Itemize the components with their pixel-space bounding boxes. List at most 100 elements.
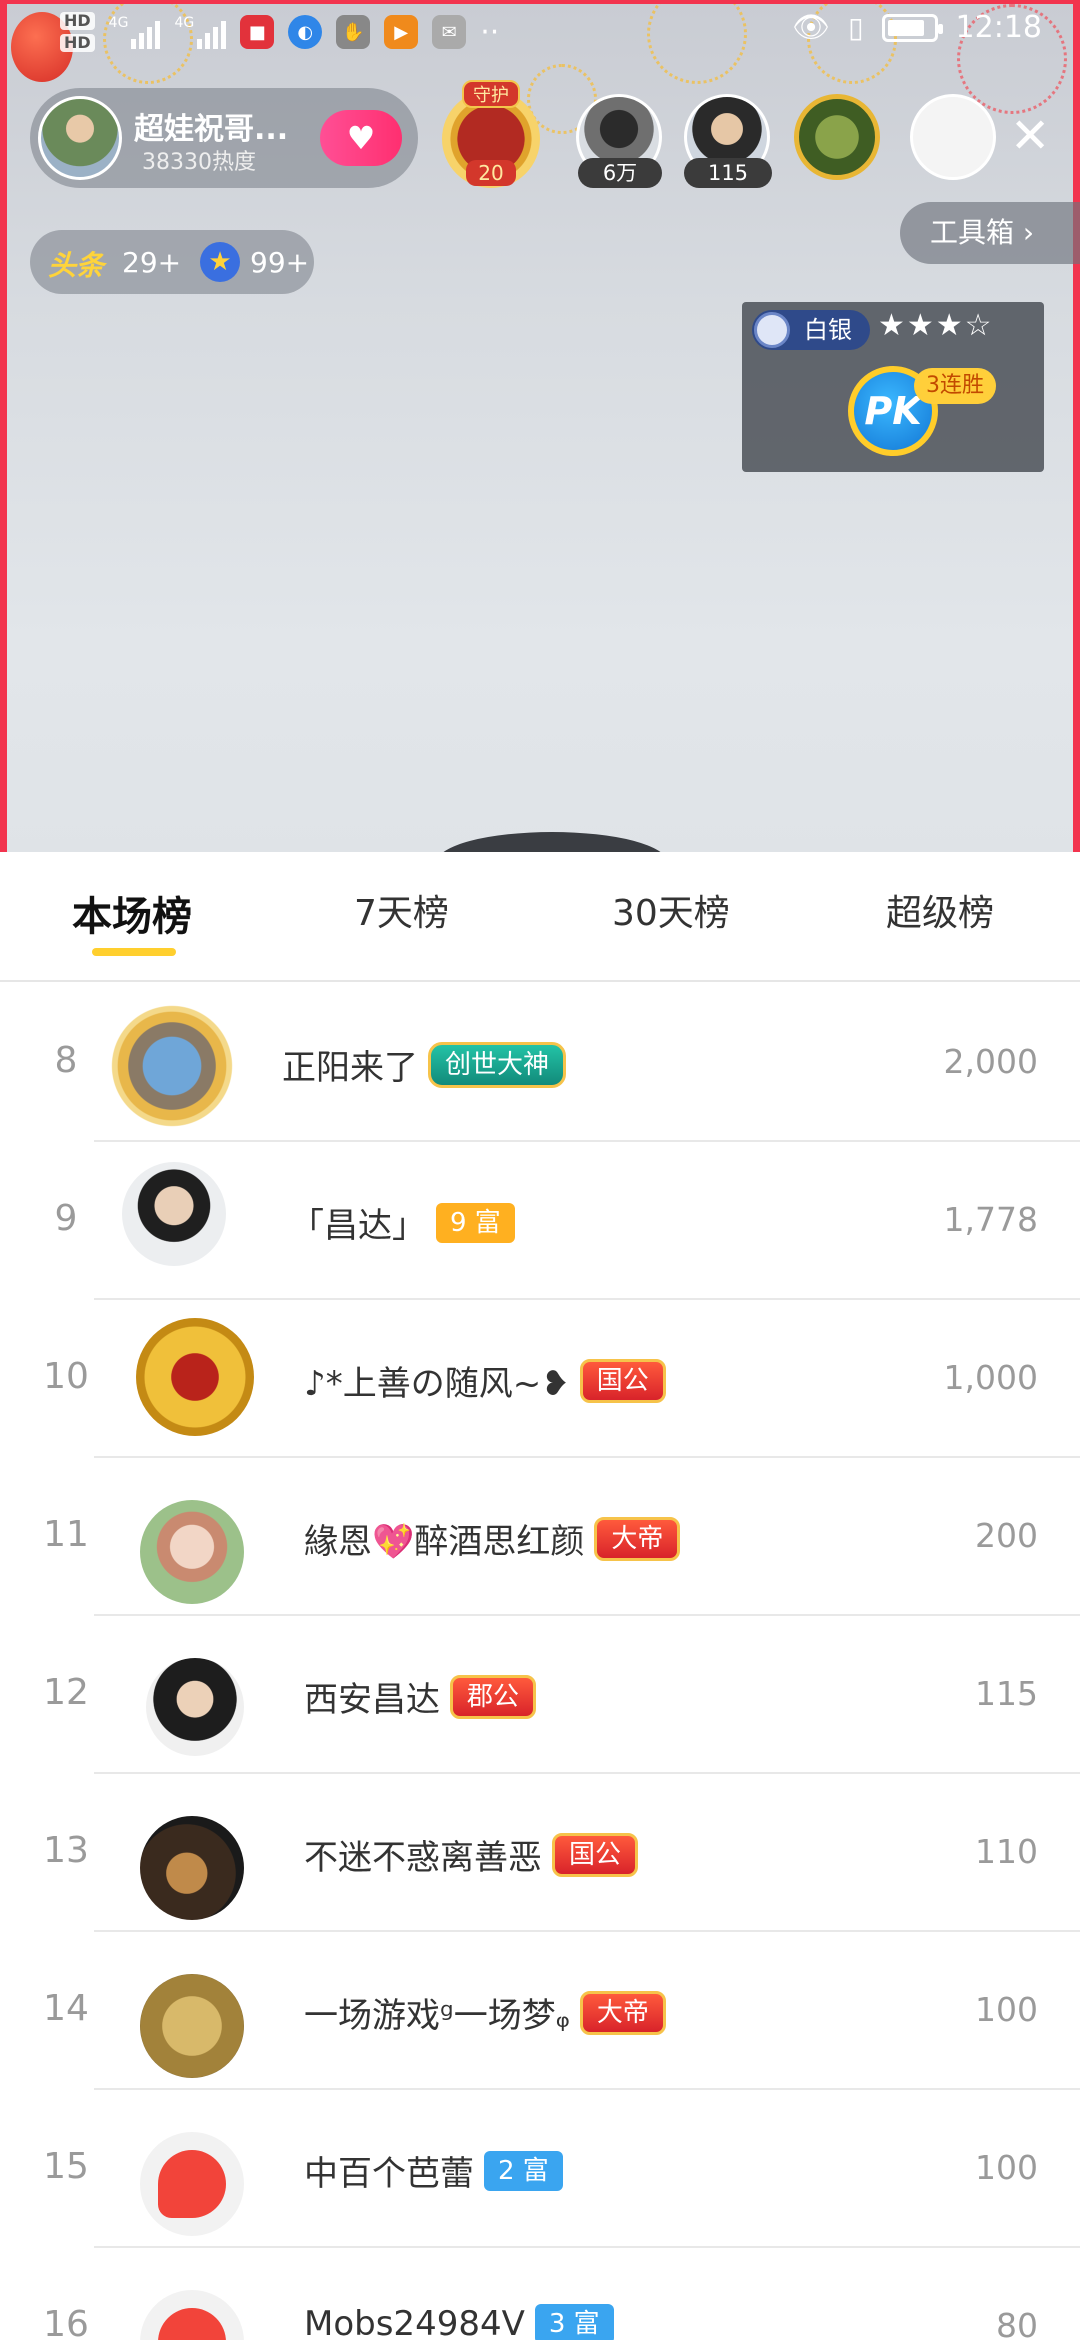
user-avatar[interactable]: [140, 1500, 244, 1604]
toutiao-count: 29+: [122, 246, 182, 279]
anchor-avatar[interactable]: [38, 96, 122, 180]
rank-number: 12: [43, 1672, 89, 1713]
user-avatar[interactable]: [146, 1658, 244, 1756]
pk-card[interactable]: 白银 ★★★☆ PK 3连胜: [742, 302, 1044, 472]
play-app-icon: ▶: [384, 15, 419, 49]
tab-7-days[interactable]: 7天榜: [354, 884, 449, 936]
viewer-badge: 6万: [578, 158, 662, 188]
viewer-badge: 115: [684, 158, 772, 188]
user-name: 西安昌达 郡公: [304, 1672, 537, 1721]
rank-number: 15: [43, 2146, 89, 2187]
tab-super[interactable]: 超级榜: [886, 884, 994, 936]
user-avatar[interactable]: [140, 1974, 244, 2078]
rank-number: 10: [43, 1356, 89, 1397]
follow-heart-button[interactable]: ♥: [320, 110, 402, 166]
toutiao-icon: 头条: [48, 249, 105, 282]
toolbox-button[interactable]: 工具箱 ›: [900, 202, 1080, 264]
pk-stars: ★★★☆: [878, 308, 994, 343]
ranking-row[interactable]: 10 ♪*上善の随风~❥ 国公 1,000: [0, 1300, 1080, 1458]
rank-number: 11: [43, 1514, 89, 1555]
user-avatar[interactable]: [136, 1318, 254, 1436]
title-badge: 郡公: [450, 1674, 537, 1719]
ranking-sheet: 本场榜 7天榜 30天榜 超级榜 8 正阳来了 创世大神 2,000 9 「昌达」…: [0, 852, 1080, 2340]
hot-ranking-pill[interactable]: 头条 29+ ★ 99+: [30, 230, 314, 294]
pk-tier-badge: 白银: [752, 310, 870, 350]
eye-icon: 👁: [792, 10, 831, 45]
pk-streak-badge: 3连胜: [914, 368, 996, 404]
user-name: Mobs24984V 3 富: [304, 2304, 614, 2340]
ranking-row[interactable]: 13 不迷不惑离善恶 国公 110: [0, 1774, 1080, 1932]
user-avatar[interactable]: [140, 2290, 244, 2340]
contribution-score: 1,000: [943, 1358, 1038, 1397]
anchor-name: 超娃祝哥...: [134, 112, 289, 147]
ranking-row[interactable]: 14 一场游戏ᵍ一场梦ᵩ 大帝 100: [0, 1932, 1080, 2090]
title-badge: 大帝: [594, 1516, 681, 1561]
user-avatar[interactable]: [140, 2132, 244, 2236]
wealth-badge: 2 富: [484, 2150, 563, 2191]
battery-icon: [881, 13, 943, 42]
guard-avatar[interactable]: 守护 20: [438, 80, 544, 188]
status-bar: HD HD 4G 4G ■ ◐ ✋ ▶ ✉ ·· 👁 ▯ 12:18: [0, 0, 1080, 70]
wealth-badge: 9 富: [436, 1202, 515, 1243]
star-icon: ★: [200, 242, 240, 282]
mail-app-icon: ✉: [432, 15, 467, 49]
contribution-score: 100: [975, 2148, 1038, 2187]
more-dots-icon: ··: [480, 14, 500, 50]
rank-number: 13: [43, 1830, 89, 1871]
title-badge: 国公: [579, 1358, 666, 1403]
contribution-score: 80: [996, 2306, 1038, 2340]
ranking-row[interactable]: 16 Mobs24984V 3 富 80: [0, 2248, 1080, 2340]
rank-number: 9: [54, 1198, 78, 1239]
level-badge: 创世大神: [428, 1041, 567, 1088]
guard-count: 20: [466, 160, 516, 186]
default-avatar-icon: [158, 2308, 226, 2340]
contribution-score: 2,000: [943, 1042, 1038, 1081]
video-app-icon: ■: [240, 15, 275, 49]
contribution-score: 115: [975, 1674, 1038, 1713]
anchor-heat: 38330热度: [142, 150, 256, 175]
rank-number: 16: [43, 2304, 89, 2340]
ranking-row[interactable]: 15 中百个芭蕾 2 富 100: [0, 2090, 1080, 2248]
user-name: 一场游戏ᵍ一场梦ᵩ 大帝: [304, 1988, 666, 2037]
user-avatar[interactable]: [104, 998, 240, 1134]
user-name: 不迷不惑离善恶 国公: [304, 1830, 639, 1879]
wealth-badge: 3 富: [534, 2304, 614, 2340]
guard-label: 守护: [462, 80, 520, 108]
user-name: 「昌达」 9 富: [290, 1198, 515, 1247]
ranking-row[interactable]: 12 西安昌达 郡公 115: [0, 1616, 1080, 1774]
browser-app-icon: ◐: [288, 15, 323, 49]
ranking-tabs: 本场榜 7天榜 30天榜 超级榜: [0, 852, 1080, 982]
user-name: 緣恩💖醉酒思红颜 大帝: [304, 1514, 681, 1563]
user-avatar[interactable]: [122, 1162, 226, 1266]
signal-icon: 4G: [109, 15, 161, 49]
ranking-row[interactable]: 9 「昌达」 9 富 1,778: [0, 1142, 1080, 1300]
hd-icon: HD: [60, 12, 95, 30]
user-name: ♪*上善の随风~❥ 国公: [304, 1356, 666, 1405]
user-name: 中百个芭蕾 2 富: [304, 2146, 563, 2195]
tier-emblem-icon: [754, 312, 790, 348]
rank-number: 14: [43, 1988, 89, 2029]
tab-this-session[interactable]: 本场榜: [72, 884, 192, 942]
contribution-score: 100: [975, 1990, 1038, 2029]
hand-app-icon: ✋: [336, 15, 371, 49]
user-avatar[interactable]: [140, 1816, 244, 1920]
title-badge: 大帝: [579, 1990, 666, 2035]
viewer-avatar[interactable]: [794, 94, 880, 180]
user-name: 正阳来了 创世大神: [282, 1040, 567, 1089]
contribution-score: 110: [975, 1832, 1038, 1871]
contribution-score: 1,778: [943, 1200, 1038, 1239]
vibrate-icon: ▯: [848, 11, 864, 44]
tab-30-days[interactable]: 30天榜: [612, 884, 730, 936]
rank-number: 8: [54, 1040, 78, 1081]
default-avatar-icon: [158, 2150, 226, 2218]
ranking-row[interactable]: 11 緣恩💖醉酒思红颜 大帝 200: [0, 1458, 1080, 1616]
contribution-score: 200: [975, 1516, 1038, 1555]
anchor-info-pill[interactable]: 超娃祝哥... 38330热度 ♥: [30, 88, 418, 188]
close-icon[interactable]: ✕: [1010, 112, 1050, 160]
active-tab-indicator: [92, 948, 176, 956]
viewer-avatar[interactable]: [910, 94, 996, 180]
clock: 12:18: [955, 10, 1042, 45]
signal-icon: 4G: [174, 15, 227, 49]
title-badge: 国公: [552, 1832, 639, 1877]
ranking-row[interactable]: 8 正阳来了 创世大神 2,000: [0, 984, 1080, 1142]
